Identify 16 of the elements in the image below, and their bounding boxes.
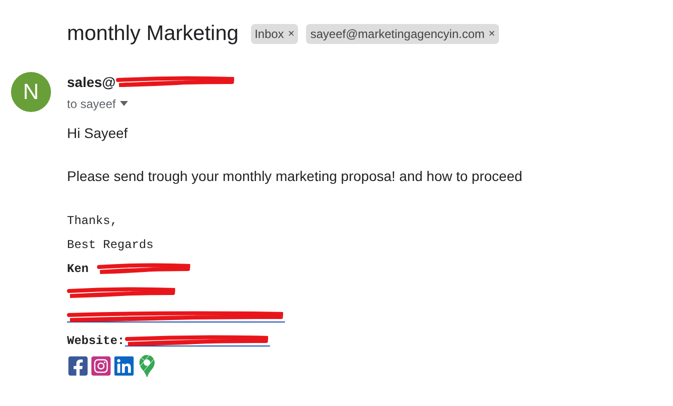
email-subject: monthly Marketing	[67, 21, 239, 47]
instagram-icon[interactable]	[90, 354, 112, 376]
signature-text: Website:	[67, 332, 125, 350]
signature-text: Best Regards	[67, 236, 154, 254]
signature-text: Thanks,	[67, 212, 118, 230]
sender-address: sales@	[67, 72, 116, 92]
body-paragraph: Please send trough your monthly marketing proposa! and how to proceed	[67, 166, 524, 186]
facebook-icon[interactable]	[67, 354, 89, 376]
body-paragraph: Hi Sayeef	[67, 124, 129, 143]
label-chip[interactable]: Inbox ×	[250, 24, 298, 44]
caret-icon[interactable]	[120, 101, 128, 106]
linkedin-icon[interactable]	[113, 354, 135, 376]
signature-text: Ken	[67, 260, 89, 278]
recipient-text: to sayeef	[67, 96, 116, 112]
avatar: N	[11, 72, 51, 112]
label-chip[interactable]: sayeef@marketingagencyin.com ×	[306, 24, 500, 44]
